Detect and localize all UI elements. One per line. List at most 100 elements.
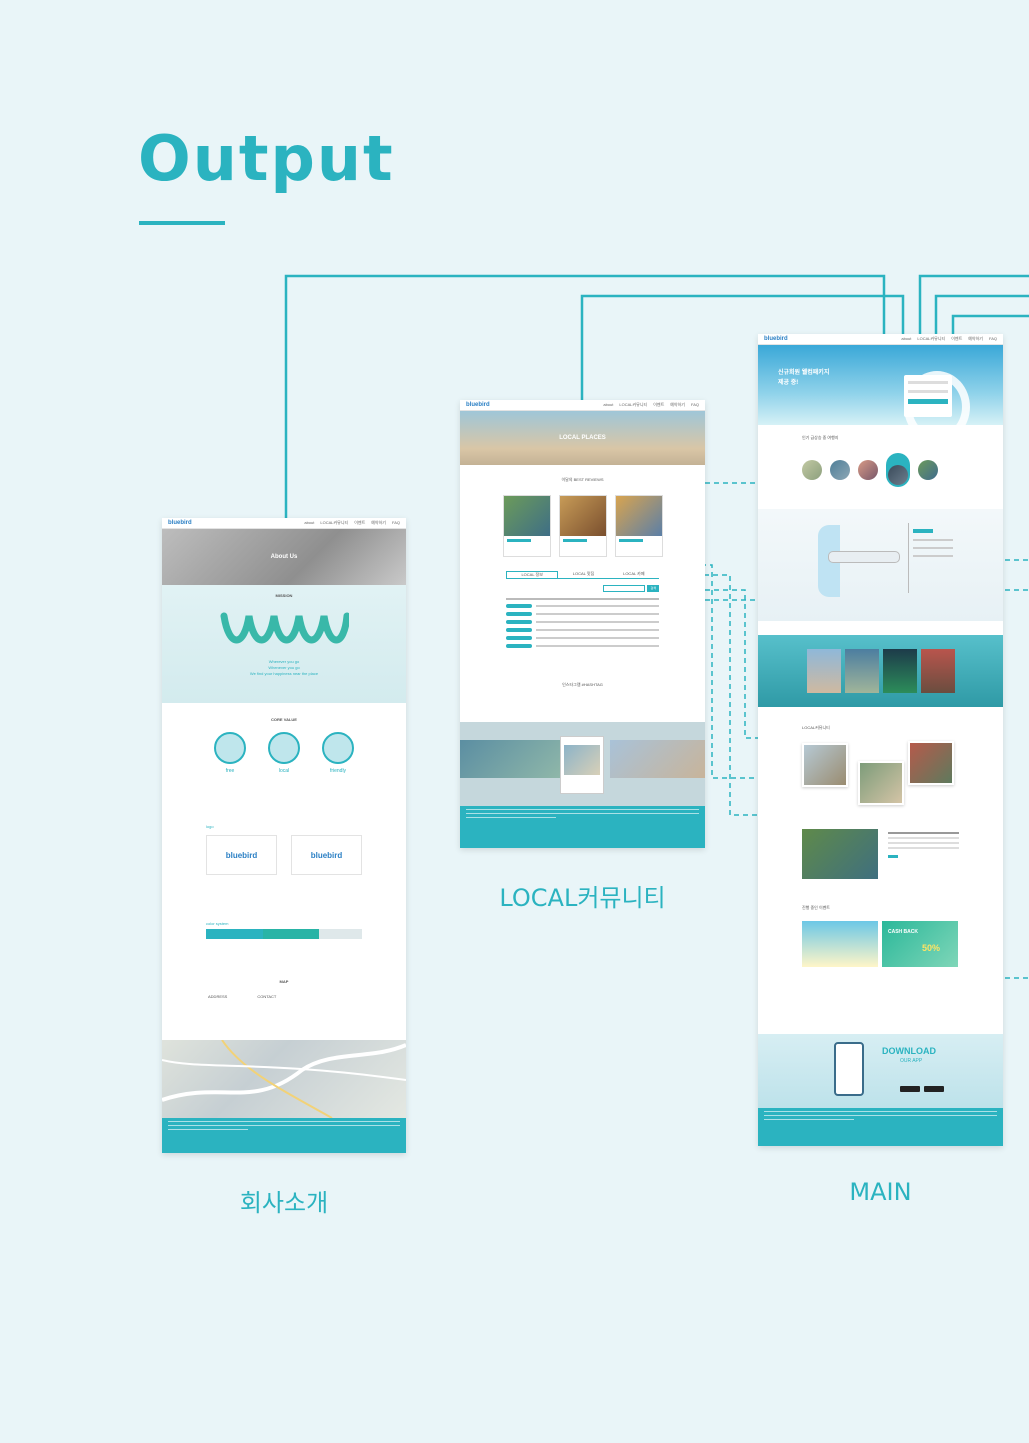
login-box[interactable] bbox=[904, 375, 952, 417]
local-logo: bluebird bbox=[466, 402, 490, 408]
local-nav-local[interactable]: LOCAL커뮤니티 bbox=[619, 402, 647, 408]
community-photo[interactable] bbox=[858, 761, 904, 805]
logo-sample-text-1: bluebird bbox=[225, 850, 258, 860]
value-local: local bbox=[268, 732, 300, 774]
logo-sample-1: bluebird bbox=[206, 835, 277, 875]
color-title: color system bbox=[206, 921, 229, 926]
main-hero: 신규회원 웰컴패키지 제공 중! bbox=[758, 345, 1003, 443]
about-footer bbox=[162, 1118, 406, 1153]
download-sub: OUR APP bbox=[900, 1058, 923, 1064]
value-friendly-label: friendly bbox=[329, 768, 347, 774]
local-search-input[interactable] bbox=[603, 585, 646, 592]
download-title: DOWNLOAD bbox=[882, 1046, 936, 1056]
logo-sample-2: bluebird bbox=[291, 835, 362, 875]
nav-event[interactable]: 이벤트 bbox=[354, 520, 365, 526]
logo-sample-text-2: bluebird bbox=[310, 850, 343, 860]
about-hero: About Us bbox=[162, 529, 406, 585]
community-photo[interactable] bbox=[802, 743, 848, 787]
destination-circle[interactable] bbox=[802, 460, 822, 480]
event-banner[interactable] bbox=[802, 921, 878, 967]
reviews-title: 이달의 BEST REVIEWS bbox=[561, 477, 604, 482]
main-nav-faq[interactable]: FAQ bbox=[989, 336, 997, 342]
hero-line-1: 신규회원 웰컴패키지 bbox=[778, 370, 830, 376]
value-free-label: free bbox=[225, 768, 235, 774]
destination-circle-active[interactable] bbox=[886, 453, 910, 487]
map-image[interactable] bbox=[162, 1039, 406, 1119]
about-page-mock: bluebird about LOCAL커뮤니티 이벤트 예약하기 FAQ Ab… bbox=[162, 518, 406, 1153]
value-free: free bbox=[214, 732, 246, 774]
about-logo: bluebird bbox=[168, 520, 192, 526]
photo-section: 인스타그램 #HASHTAG bbox=[460, 652, 705, 688]
value-friendly: friendly bbox=[322, 732, 354, 774]
about-navlinks: about LOCAL커뮤니티 이벤트 예약하기 FAQ bbox=[304, 520, 400, 526]
event-banner[interactable]: CASH BACK 50% bbox=[882, 921, 958, 967]
local-nav-faq[interactable]: FAQ bbox=[691, 402, 699, 408]
phone-graphic bbox=[834, 1042, 864, 1096]
main-nav-local[interactable]: LOCAL커뮤니티 bbox=[917, 336, 945, 342]
local-footer bbox=[460, 806, 705, 848]
main-nav-event[interactable]: 이벤트 bbox=[951, 336, 962, 342]
nav-reserve[interactable]: 예약하기 bbox=[371, 520, 386, 526]
core-value-title: CORE VALUE bbox=[271, 717, 297, 722]
address-title: ADDRESS bbox=[208, 994, 228, 999]
google-play-button[interactable] bbox=[900, 1086, 920, 1092]
nav-about[interactable]: about bbox=[304, 520, 314, 526]
label-local: LOCAL커뮤니티 bbox=[499, 884, 666, 912]
main-footer bbox=[758, 1108, 1003, 1146]
color-section: color system bbox=[162, 875, 406, 939]
airline-section bbox=[758, 509, 1003, 621]
label-main: MAIN bbox=[849, 1178, 912, 1206]
main-nav-about[interactable]: about bbox=[901, 336, 911, 342]
local-search-button[interactable]: 검색 bbox=[647, 585, 659, 592]
nav-faq[interactable]: FAQ bbox=[392, 520, 400, 526]
slogan: Wherever you go Whenever you go We find … bbox=[162, 659, 406, 677]
cashback-text: CASH BACK bbox=[888, 929, 918, 935]
contact-title: CONTACT bbox=[257, 994, 277, 999]
tab-local-cafe[interactable]: LOCAL 카페 bbox=[609, 571, 659, 578]
review-card[interactable] bbox=[614, 495, 663, 557]
photo-title: 인스타그램 #HASHTAG bbox=[562, 682, 603, 687]
carousel-card[interactable] bbox=[882, 649, 917, 693]
destination-circle[interactable] bbox=[858, 460, 878, 480]
destination-circle[interactable] bbox=[830, 460, 850, 480]
nav-local[interactable]: LOCAL커뮤니티 bbox=[320, 520, 348, 526]
local-nav-about[interactable]: about bbox=[603, 402, 613, 408]
discount-text: 50% bbox=[922, 943, 941, 953]
event-section: 진행 중인 이벤트 CASH BACK 50% bbox=[758, 879, 1003, 967]
local-nav-event[interactable]: 이벤트 bbox=[653, 402, 664, 408]
today-photo[interactable] bbox=[802, 829, 878, 879]
photo-strip bbox=[460, 722, 705, 806]
board-table bbox=[506, 598, 659, 648]
local-search: 검색 bbox=[506, 585, 659, 592]
review-card[interactable] bbox=[502, 495, 551, 557]
phone-mockup bbox=[560, 736, 604, 794]
logo-section: logo bluebird bluebird bbox=[162, 774, 406, 875]
carousel-card[interactable] bbox=[844, 649, 879, 693]
logo-title: logo bbox=[206, 824, 214, 829]
color-bar bbox=[206, 929, 363, 939]
reviews-section: 이달의 BEST REVIEWS bbox=[460, 465, 705, 557]
destination-circle[interactable] bbox=[918, 460, 938, 480]
carousel-card[interactable] bbox=[920, 649, 955, 693]
event-title: 진행 중인 이벤트 bbox=[802, 905, 830, 910]
people-icon bbox=[322, 732, 354, 764]
main-nav-reserve[interactable]: 예약하기 bbox=[968, 336, 983, 342]
tab-local-food[interactable]: LOCAL 맛집 bbox=[558, 571, 608, 578]
recommend-title: LOCAL커뮤니티 bbox=[802, 725, 830, 730]
local-hero-title: LOCAL PLACES bbox=[559, 435, 606, 441]
about-nav: bluebird about LOCAL커뮤니티 이벤트 예약하기 FAQ bbox=[162, 518, 406, 529]
map-icon bbox=[268, 732, 300, 764]
local-community-section: LOCAL커뮤니티 bbox=[758, 707, 1003, 815]
label-about: 회사소개 bbox=[239, 1189, 329, 1217]
app-store-button[interactable] bbox=[924, 1086, 944, 1092]
tab-local-info[interactable]: LOCAL 정보 bbox=[506, 571, 559, 578]
airplane-graphic bbox=[828, 551, 900, 563]
hero-line-2: 제공 중! bbox=[778, 380, 799, 386]
local-nav-reserve[interactable]: 예약하기 bbox=[670, 402, 685, 408]
map-title: MAP bbox=[279, 979, 289, 984]
community-photo[interactable] bbox=[908, 741, 954, 785]
today-section bbox=[802, 829, 959, 879]
review-card[interactable] bbox=[558, 495, 607, 557]
slogan-line-3: We find your happiness near the place bbox=[249, 671, 319, 676]
carousel-card[interactable] bbox=[806, 649, 841, 693]
